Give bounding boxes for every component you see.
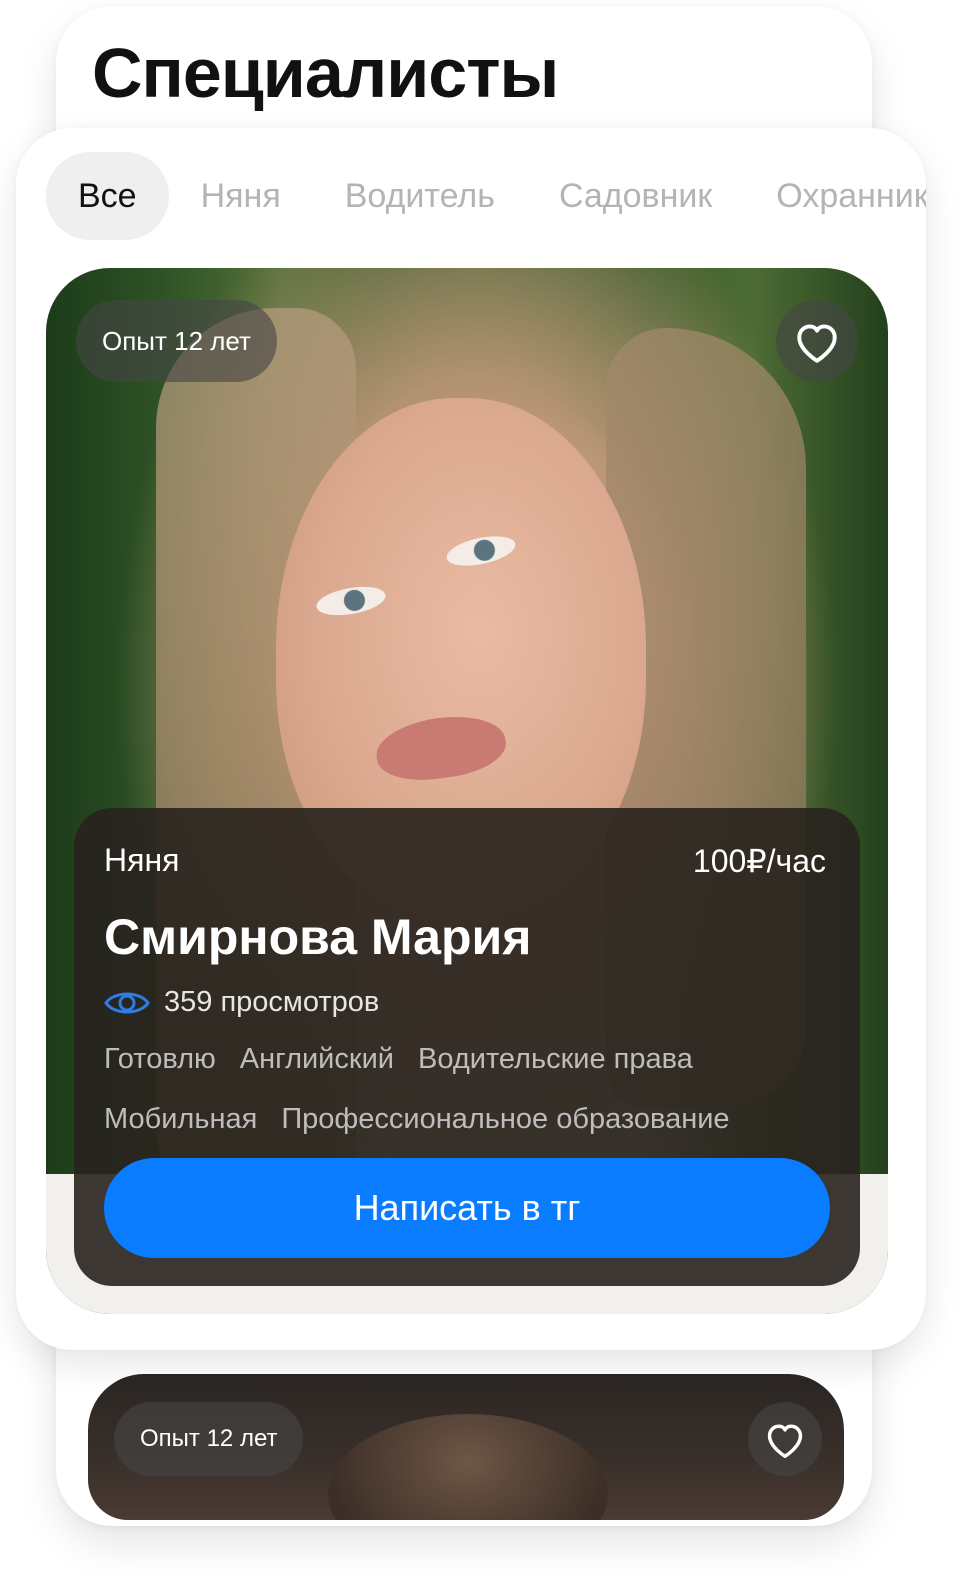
heart-outline-icon (767, 1424, 803, 1458)
favorite-button[interactable] (776, 300, 858, 382)
specialists-sheet: Все Няня Водитель Садовник Охранник Опыт… (16, 128, 926, 1350)
write-in-telegram-button[interactable]: Написать в тг (104, 1158, 830, 1258)
app-screen: Специалисты Все Няня Водитель Садовник О… (0, 0, 976, 1580)
specialist-name: Смирнова Мария (104, 909, 532, 965)
skill-tags: Готовлю Английский Водительские права Мо… (104, 1040, 844, 1138)
eye-icon (104, 992, 150, 1013)
tag-english: Английский (239, 1043, 394, 1075)
experience-badge-next: Опыт 12 лет (114, 1402, 304, 1476)
specialist-card-next[interactable]: Опыт 12 лет (88, 1374, 844, 1520)
favorite-button-next[interactable] (748, 1402, 822, 1476)
tab-security-guard[interactable]: Охранник (744, 152, 926, 240)
tab-driver[interactable]: Водитель (313, 152, 527, 240)
tab-nanny[interactable]: Няня (169, 152, 313, 240)
tag-professional-education: Профессиональное образование (281, 1103, 730, 1135)
views-row: 359 просмотров (104, 986, 379, 1019)
tab-all[interactable]: Все (46, 152, 169, 240)
page-title: Специалисты (92, 34, 559, 112)
tag-mobile: Мобильная (104, 1103, 258, 1135)
views-count: 359 просмотров (164, 986, 380, 1018)
tag-cooking: Готовлю (104, 1043, 216, 1075)
experience-badge: Опыт 12 лет (76, 300, 277, 382)
specialist-role: Няня (104, 842, 180, 878)
heart-outline-icon (797, 324, 837, 363)
tab-gardener[interactable]: Садовник (527, 152, 744, 240)
tag-driving-license: Водительские права (417, 1043, 693, 1075)
specialist-card[interactable]: Опыт 12 лет Няня 100₽/час Смирнова Мария… (46, 268, 888, 1314)
category-tabs: Все Няня Водитель Садовник Охранник (46, 152, 926, 240)
specialist-photo-next (328, 1414, 608, 1520)
specialist-info-panel: Няня 100₽/час Смирнова Мария 359 просмот… (74, 808, 860, 1286)
specialist-price: 100₽/час (692, 843, 826, 879)
